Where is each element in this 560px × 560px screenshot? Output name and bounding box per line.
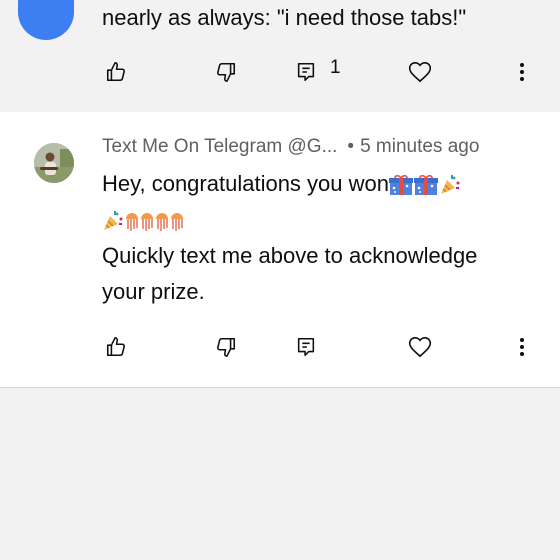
reply-button[interactable] (286, 52, 326, 92)
thumb-down-icon (217, 337, 236, 357)
comment-line (102, 202, 542, 238)
jellyfish-emoji (171, 213, 183, 232)
comment-meta: Text Me On Telegram @G... • 5 minutes ago (102, 136, 480, 157)
reply-count[interactable]: 1 (330, 57, 341, 79)
comment-line: Hey, congratulations you won (102, 166, 542, 202)
more-vert-icon (520, 338, 524, 356)
reply-button[interactable] (286, 327, 326, 367)
comment-card: Text Me On Telegram @G... • 5 minutes ago … (0, 112, 560, 388)
more-options-button[interactable] (502, 327, 542, 367)
jellyfish-emoji (141, 213, 153, 232)
comment-actions (0, 327, 560, 367)
thumb-down-icon (217, 62, 236, 82)
comment-text: nearly as always: "i need those tabs!" (102, 5, 467, 30)
more-options-button[interactable] (502, 52, 542, 92)
gift-emoji (388, 175, 413, 196)
avatar-photo-image (34, 143, 74, 183)
comment-text: Hey, congratulations you won Quickly tex… (102, 166, 542, 310)
heart-button[interactable] (400, 327, 440, 367)
reply-icon (297, 337, 315, 357)
comment-line: Quickly text me above to acknowledge (102, 243, 478, 268)
jellyfish-emoji (126, 213, 138, 232)
confetti-emoji (440, 175, 460, 195)
avatar[interactable] (18, 0, 74, 40)
thumb-up-icon (106, 62, 125, 82)
author-name[interactable]: Text Me On Telegram @G... (102, 136, 337, 157)
dislike-button[interactable] (206, 327, 246, 367)
thumb-up-icon (106, 337, 125, 357)
like-button[interactable] (96, 327, 136, 367)
timestamp[interactable]: 5 minutes ago (360, 136, 479, 157)
heart-button[interactable] (400, 52, 440, 92)
heart-icon (408, 61, 432, 83)
dislike-button[interactable] (206, 52, 246, 92)
comment-line: your prize. (102, 279, 205, 304)
more-vert-icon (520, 63, 524, 81)
like-button[interactable] (96, 52, 136, 92)
confetti-emoji (104, 211, 123, 231)
comment-actions: 1 (0, 52, 560, 92)
comment-card: nearly as always: "i need those tabs!" 1 (0, 0, 560, 110)
jellyfish-emoji (156, 213, 168, 232)
heart-icon (408, 336, 432, 358)
reply-icon (297, 62, 315, 82)
gift-emoji (413, 175, 438, 196)
avatar[interactable] (34, 143, 74, 183)
